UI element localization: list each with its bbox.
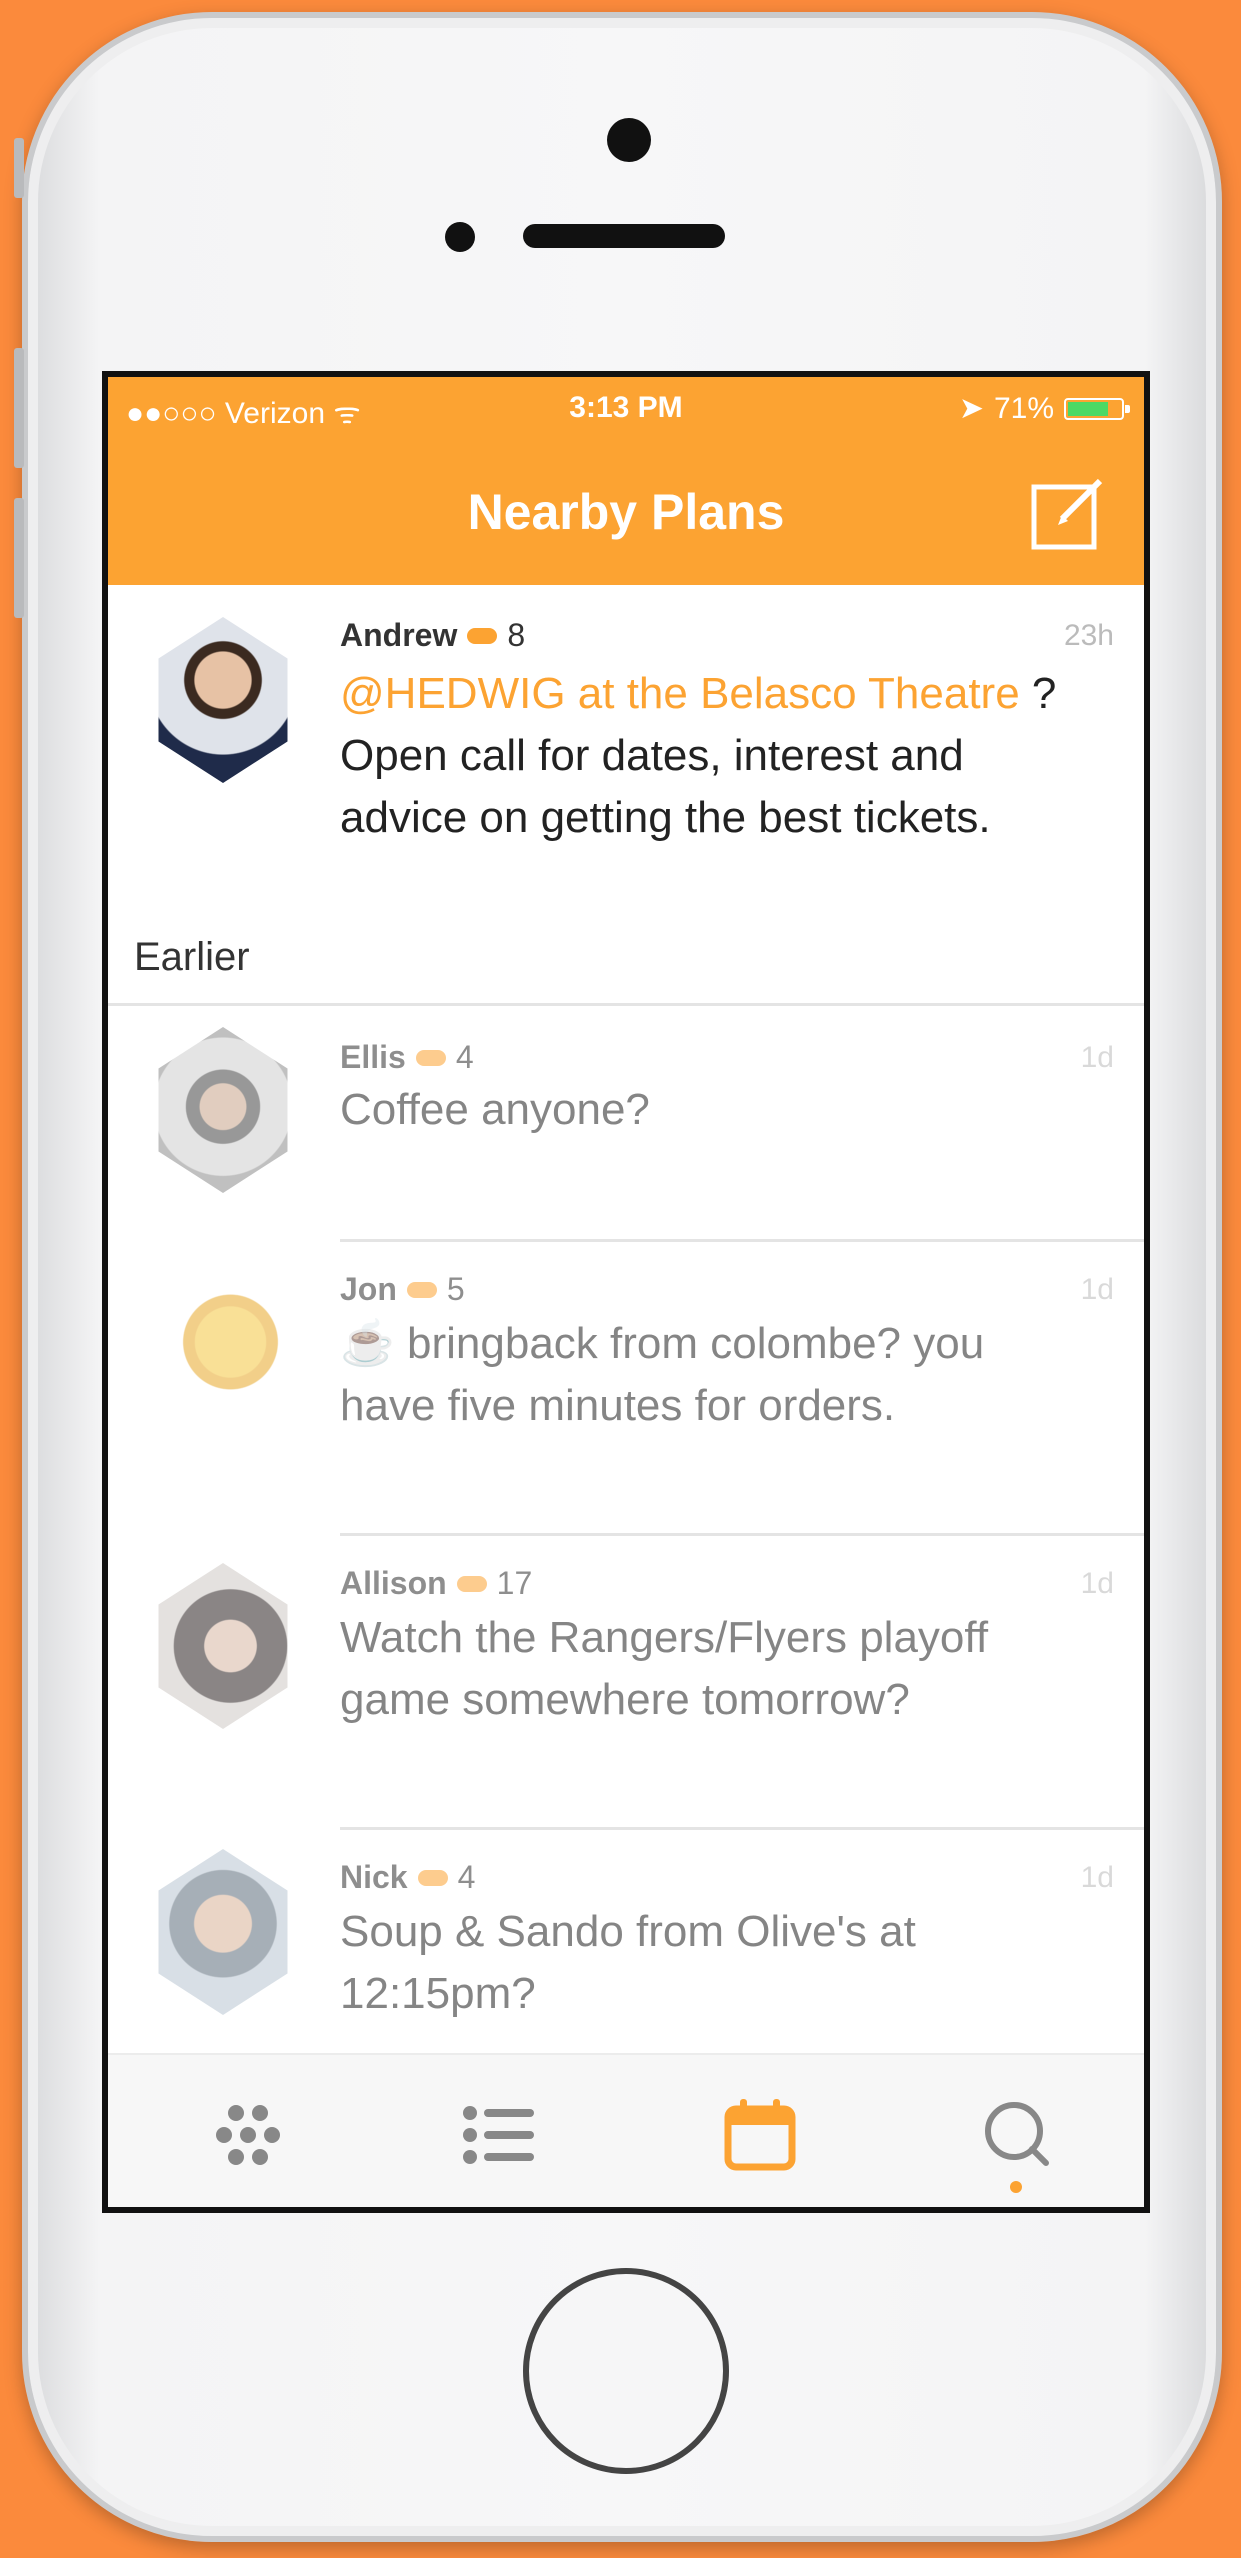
post-text: @HEDWIG at the Belasco Theatre ? Open ca… (340, 669, 1057, 842)
avatar (158, 1027, 288, 1193)
author-name: Allison (340, 1565, 447, 1601)
list-item[interactable]: Jon 5 1d ☕ bringback from colombe? you h… (108, 1241, 1144, 1531)
comment-count: 8 (507, 617, 526, 653)
comment-icon (467, 627, 498, 644)
timestamp: 1d (1080, 1273, 1114, 1306)
front-camera (607, 118, 651, 162)
comment-count: 4 (455, 1039, 474, 1075)
timestamp: 1d (1080, 1567, 1114, 1600)
battery-indicator: ➤ 71% (958, 391, 1130, 426)
author-name: Nick (340, 1859, 408, 1895)
comment-count: 4 (457, 1859, 476, 1895)
timestamp: 23h (1063, 619, 1114, 652)
post-meta: Ellis 4 (340, 1039, 474, 1076)
home-button[interactable] (523, 2268, 729, 2474)
post-text: Coffee anyone? (340, 1085, 650, 1134)
post-text: Watch the Rangers/Flyers playoff game so… (340, 1613, 989, 1724)
mute-switch (14, 138, 24, 198)
timestamp: 1d (1080, 1861, 1114, 1894)
comment-icon (456, 1575, 487, 1592)
list-item[interactable]: Nick 4 1d Soup & Sando from Olive's at 1… (108, 1829, 1144, 2055)
comment-icon (415, 1049, 446, 1066)
earpiece-speaker (523, 224, 725, 248)
screen: ●●○○○ Verizon ᯤ 3:13 PM ➤ 71% Nearby Pla… (102, 371, 1150, 2213)
post-text: Soup & Sando from Olive's at 12:15pm? (340, 1907, 916, 2018)
comment-count: 17 (496, 1565, 533, 1601)
location-icon: ➤ (958, 392, 984, 425)
nav-bar: Nearby Plans (108, 437, 1144, 585)
plans-feed: Andrew 8 23h @HEDWIG at the Belasco Thea… (108, 585, 1144, 2055)
post-meta: Jon 5 (340, 1271, 465, 1308)
post-meta: Allison 17 (340, 1565, 532, 1602)
page-title: Nearby Plans (467, 484, 785, 540)
notification-dot (1010, 2181, 1022, 2193)
comment-count: 5 (446, 1271, 465, 1307)
volume-up-button (14, 348, 24, 468)
post-meta: Nick 4 (340, 1859, 475, 1896)
volume-down-button (14, 498, 24, 618)
avatar (158, 1563, 288, 1729)
comment-icon (406, 1281, 437, 1298)
event-link[interactable]: @HEDWIG at the Belasco Theatre (340, 669, 1020, 718)
author-name: Ellis (340, 1039, 406, 1075)
calendar-icon[interactable] (720, 2095, 800, 2175)
list-icon[interactable] (458, 2095, 538, 2175)
search-icon[interactable] (976, 2095, 1056, 2175)
battery-percent: 71% (993, 391, 1054, 425)
proximity-sensor (445, 222, 475, 252)
post-text: ☕ bringback from colombe? you have five … (340, 1319, 985, 1430)
list-item[interactable]: Andrew 8 23h @HEDWIG at the Belasco Thea… (108, 585, 1144, 925)
section-earlier: Earlier (134, 935, 250, 979)
list-item[interactable]: Ellis 4 1d Coffee anyone? (108, 1005, 1144, 1237)
avatar (158, 1259, 288, 1425)
avatar (158, 1849, 288, 2015)
compose-icon[interactable] (1028, 473, 1110, 555)
author-name: Jon (340, 1271, 397, 1307)
grid-icon[interactable] (208, 2095, 288, 2175)
post-meta: Andrew 8 (340, 617, 525, 654)
avatar (158, 617, 288, 783)
comment-icon (417, 1869, 448, 1886)
author-name: Andrew (340, 617, 458, 653)
list-item[interactable]: Allison 17 1d Watch the Rangers/Flyers p… (108, 1535, 1144, 1823)
timestamp: 1d (1080, 1041, 1114, 1074)
battery-icon (1064, 397, 1130, 420)
tab-bar (108, 2053, 1144, 2207)
status-bar: ●●○○○ Verizon ᯤ 3:13 PM ➤ 71% (108, 377, 1144, 437)
